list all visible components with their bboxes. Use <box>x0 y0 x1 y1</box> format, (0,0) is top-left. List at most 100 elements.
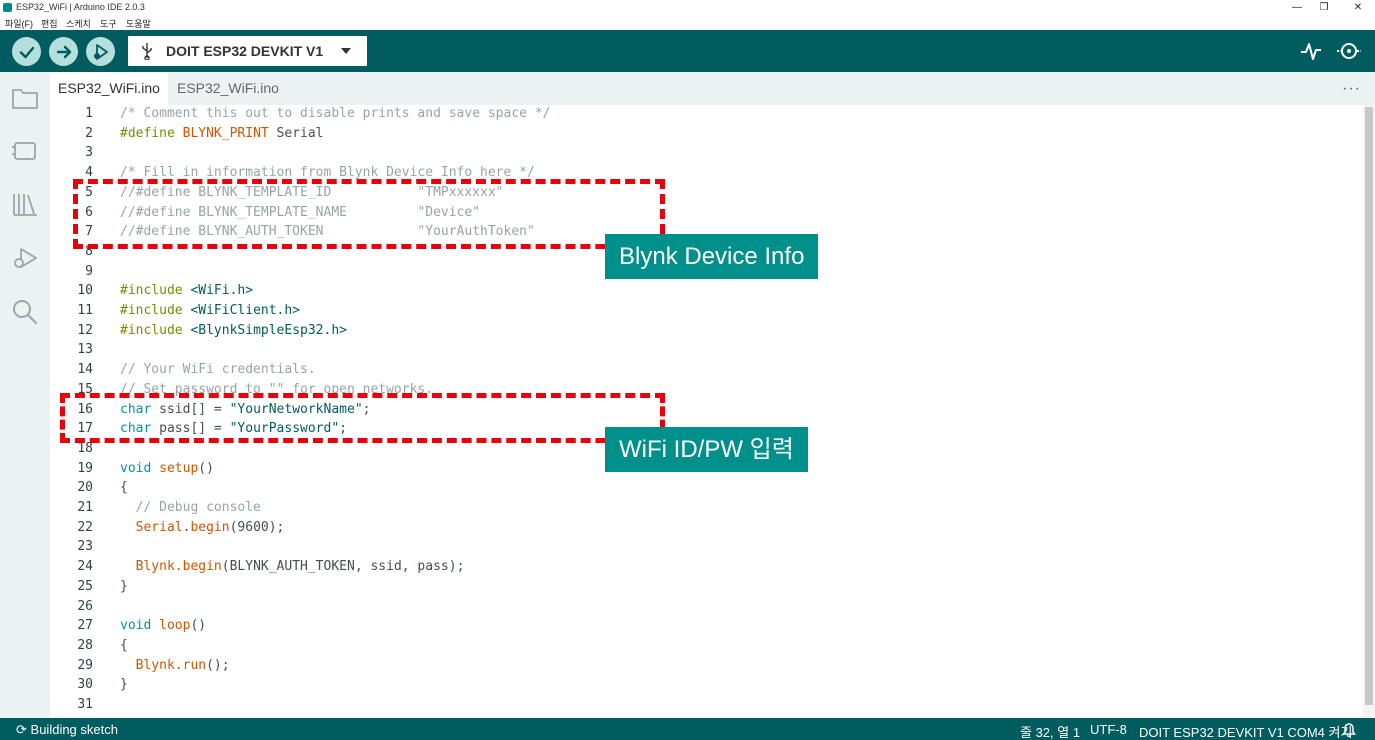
code-line[interactable]: 27 void loop() <box>50 618 1363 638</box>
tab-esp32-wifi[interactable]: ESP32_WiFi.ino <box>169 72 287 105</box>
menu-bar: 파일(F) 편집 스케치 도구 도움말 <box>0 15 1375 30</box>
code-token: Blynk. <box>120 559 183 575</box>
code-token: () <box>198 460 214 476</box>
code-token: Serial <box>135 519 183 535</box>
board-selector[interactable]: DOIT ESP32 DEVKIT V1 <box>128 36 367 66</box>
code-token: // Debug console <box>120 500 261 515</box>
code-line[interactable]: 31 <box>50 697 1363 717</box>
build-status-text: Building sketch <box>30 722 118 737</box>
code-text: /* Fill in information from Blynk Device… <box>120 165 535 180</box>
code-text: /* Comment this out to disable prints an… <box>120 106 550 121</box>
code-line[interactable]: 25} <box>50 579 1363 599</box>
code-token: /* Fill in information from Blynk Device… <box>120 165 535 181</box>
line-number: 31 <box>77 697 93 712</box>
code-line[interactable]: 12 #include <BlynkSimpleEsp32.h> <box>50 323 1363 343</box>
search-icon[interactable] <box>11 298 39 326</box>
encoding[interactable]: UTF-8 <box>1090 722 1127 737</box>
toolbar: DOIT ESP32 DEVKIT V1 <box>0 30 1375 72</box>
library-icon[interactable] <box>11 190 39 218</box>
code-line[interactable]: 22 Serial.begin(9600); <box>50 520 1363 540</box>
board-port-status[interactable]: DOIT ESP32 DEVKIT V1 COM4 켜기 <box>1139 722 1352 740</box>
cursor-position[interactable]: 줄 32, 열 1 <box>1020 722 1080 740</box>
close-button[interactable]: ✕ <box>1341 0 1375 15</box>
verify-button[interactable] <box>12 37 41 66</box>
code-text: Serial.begin(9600); <box>120 519 285 535</box>
line-number: 12 <box>77 322 93 338</box>
menu-tools[interactable]: 도구 <box>100 17 117 30</box>
code-line[interactable]: 26 <box>50 599 1363 619</box>
line-number: 1 <box>85 106 93 121</box>
upload-button[interactable] <box>49 37 78 66</box>
maximize-button[interactable]: ❐ <box>1307 0 1341 15</box>
scrollbar-thumb[interactable] <box>1365 107 1373 705</box>
code-line[interactable]: 28 { <box>50 638 1363 658</box>
build-status: ⟳ Building sketch <box>16 722 118 738</box>
code-line[interactable]: 23 <box>50 539 1363 559</box>
wifi-id-pw-callout: WiFi ID/PW 입력 <box>605 427 808 472</box>
wifi-credentials-highlight <box>60 393 665 443</box>
code-line[interactable]: 29 Blynk.run(); <box>50 658 1363 678</box>
folder-icon[interactable] <box>11 84 39 112</box>
code-text: // Debug console <box>120 500 261 515</box>
code-line[interactable]: 20 { <box>50 480 1363 500</box>
code-text: Blynk.run(); <box>120 658 230 673</box>
sync-icon: ⟳ <box>16 722 27 737</box>
code-token: } <box>120 677 128 693</box>
menu-file[interactable]: 파일(F) <box>5 17 33 30</box>
menu-help[interactable]: 도움말 <box>126 17 151 30</box>
code-line[interactable]: 3 <box>50 145 1363 165</box>
code-token: (BLYNK_AUTH_TOKEN, ssid, pass); <box>221 559 465 575</box>
status-bar: ⟳ Building sketch 줄 32, 열 1 UTF-8 DOIT E… <box>0 718 1375 740</box>
debug-play-icon <box>93 43 108 60</box>
code-line[interactable]: 10 #include <WiFi.h> <box>50 283 1363 303</box>
code-line[interactable]: 11 #include <WiFiClient.h> <box>50 303 1363 323</box>
line-number: 2 <box>85 125 93 141</box>
code-text: Blynk.begin(BLYNK_AUTH_TOKEN, ssid, pass… <box>120 559 465 575</box>
menu-sketch[interactable]: 스케치 <box>66 17 91 30</box>
code-text: #include <WiFiClient.h> <box>120 303 300 318</box>
code-line[interactable]: 14 // Your WiFi credentials. <box>50 362 1363 382</box>
code-text: } <box>120 677 128 692</box>
window-title: ESP32_WiFi | Arduino IDE 2.0.3 <box>16 2 145 12</box>
code-token: (9600); <box>229 519 285 535</box>
code-line[interactable]: 1 /* Comment this out to disable prints a… <box>50 106 1363 126</box>
more-icon[interactable]: ··· <box>1342 80 1361 98</box>
monitor-icon[interactable] <box>1336 40 1362 62</box>
code-line[interactable]: 2 #define BLYNK_PRINT Serial <box>50 126 1363 146</box>
line-number: 11 <box>77 303 93 318</box>
code-token: begin <box>182 559 222 575</box>
menu-edit[interactable]: 편집 <box>41 17 58 30</box>
code-token: (); <box>206 657 230 673</box>
code-token: #include <box>120 303 191 318</box>
code-line[interactable]: 24 Blynk.begin(BLYNK_AUTH_TOKEN, ssid, p… <box>50 559 1363 579</box>
board-icon[interactable] <box>11 137 39 165</box>
line-number: 26 <box>77 598 93 614</box>
line-number: 19 <box>77 460 93 476</box>
debug-icon[interactable] <box>11 244 39 272</box>
line-number: 29 <box>77 657 93 673</box>
line-number: 9 <box>85 263 93 279</box>
line-number: 4 <box>85 165 93 181</box>
code-token: Blynk. <box>120 657 183 673</box>
line-number: 20 <box>77 480 93 496</box>
code-line[interactable]: 21 // Debug console <box>50 500 1363 520</box>
code-token: void <box>120 460 152 476</box>
line-number: 18 <box>77 440 93 456</box>
code-line[interactable]: 30} <box>50 677 1363 697</box>
debug-button[interactable] <box>86 37 115 66</box>
code-token: run <box>182 657 207 673</box>
code-token: BLYNK_PRINT <box>182 125 269 141</box>
bell-icon[interactable] <box>1342 721 1356 737</box>
line-number: 23 <box>77 539 93 555</box>
code-token: begin <box>190 519 230 535</box>
code-text: #include <WiFi.h> <box>120 283 253 298</box>
code-text: // Your WiFi credentials. <box>120 362 316 377</box>
line-number: 28 <box>77 637 93 653</box>
code-token: () <box>190 618 207 634</box>
arrow-right-icon <box>56 45 71 58</box>
code-line[interactable]: 13 <box>50 342 1363 362</box>
tab-esp32-wifi-active[interactable]: ESP32_WiFi.ino <box>50 72 168 105</box>
pulse-icon[interactable] <box>1300 40 1322 62</box>
